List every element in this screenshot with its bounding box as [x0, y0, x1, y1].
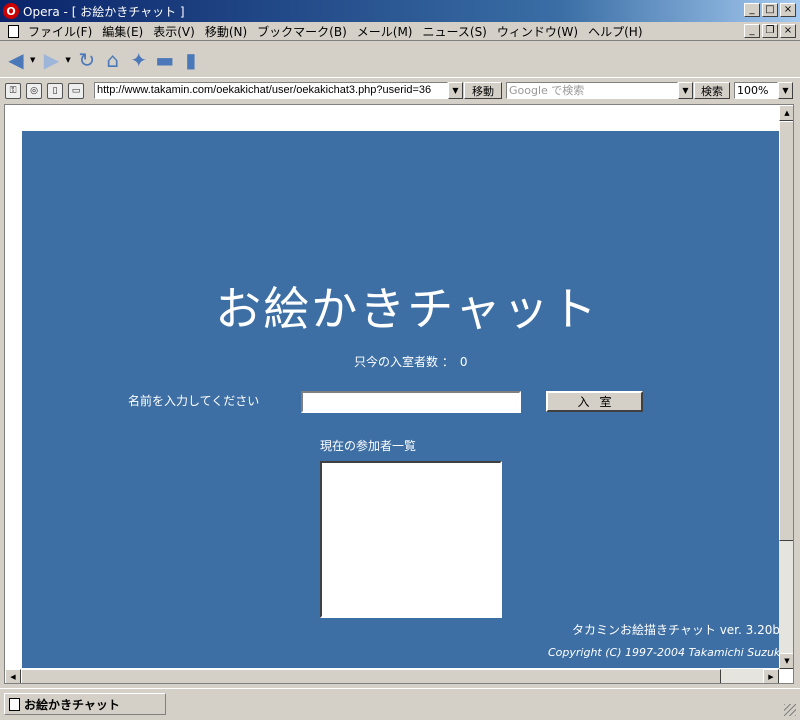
horizontal-scrollbar[interactable]: ◀ ▶ — [5, 669, 779, 683]
copyright-text: Copyright (C) 1997-2004 Takamichi Suzuki — [548, 646, 784, 659]
address-bar: ⚿ ◎ ▯ ▭ http://www.takamin.com/oekakicha… — [0, 80, 800, 101]
name-label: 名前を入力してください — [128, 394, 260, 408]
horizontal-scroll-thumb[interactable] — [21, 669, 721, 683]
menu-news[interactable]: ニュース(S) — [417, 23, 491, 40]
menu-window[interactable]: ウィンドウ(W) — [492, 23, 583, 40]
window-titlebar: O Opera - [ お絵かきチャット ] _ □ × — [0, 0, 800, 22]
menu-help[interactable]: ヘルプ(H) — [583, 23, 647, 40]
home-icon[interactable]: ⌂ — [101, 46, 125, 74]
scroll-up-icon[interactable]: ▲ — [779, 105, 793, 121]
page-title: お絵かきチャット — [215, 282, 599, 336]
scroll-right-icon[interactable]: ▶ — [763, 669, 779, 683]
document-window-controls: _ ❐ × — [744, 24, 796, 38]
maximize-button[interactable]: □ — [762, 3, 778, 17]
doc-restore-button[interactable]: ❐ — [762, 24, 778, 38]
search-button[interactable]: 検索 — [694, 82, 730, 99]
back-dropdown-icon[interactable]: ▼ — [30, 56, 35, 64]
url-input[interactable]: http://www.takamin.com/oekakichat/user/o… — [94, 82, 448, 99]
version-text: タカミンお絵描きチャット ver. 3.20b4 — [572, 623, 788, 637]
menu-file[interactable]: ファイル(F) — [23, 23, 97, 40]
name-input[interactable] — [301, 391, 521, 413]
scroll-left-icon[interactable]: ◀ — [5, 669, 21, 683]
resize-grip-icon[interactable] — [784, 704, 796, 716]
menu-view[interactable]: 表示(V) — [148, 23, 200, 40]
chat-lobby: お絵かきチャット 只今の入室者数 ： 0 名前を入力してください 入室 現在の参加… — [22, 131, 788, 668]
url-dropdown-icon[interactable]: ▼ — [448, 82, 463, 99]
participant-count-label: 只今の入室者数 ： — [354, 355, 454, 369]
security-lock-icon[interactable]: ⚿ — [5, 82, 21, 99]
page-tab[interactable]: お絵かきチャット — [4, 693, 166, 715]
enter-room-button[interactable]: 入室 — [546, 391, 643, 412]
cookie-icon[interactable]: ◎ — [26, 82, 42, 99]
tab-bar: お絵かきチャット — [0, 688, 800, 720]
print-small-icon[interactable]: ▭ — [68, 82, 84, 99]
window-title: Opera - [ お絵かきチャット ] — [23, 4, 185, 19]
tab-document-icon — [9, 697, 20, 711]
document-icon — [8, 24, 19, 38]
page-info-icon[interactable]: ▯ — [47, 82, 63, 99]
menu-navigation[interactable]: 移動(N) — [200, 23, 252, 40]
page-icon[interactable]: ▮ — [179, 46, 203, 74]
opera-logo-icon: O — [3, 3, 19, 19]
close-button[interactable]: × — [780, 3, 796, 17]
zoom-dropdown-icon[interactable]: ▼ — [778, 82, 793, 99]
members-list[interactable] — [320, 461, 502, 618]
doc-close-button[interactable]: × — [780, 24, 796, 38]
zoom-input[interactable]: 100% — [734, 82, 778, 99]
forward-icon[interactable]: ▶ — [39, 46, 63, 74]
forward-dropdown-icon[interactable]: ▼ — [65, 56, 70, 64]
members-list-label: 現在の参加者一覧 — [320, 439, 417, 453]
search-input[interactable]: Google で検索 — [506, 82, 678, 99]
back-icon[interactable]: ◀ — [4, 46, 28, 74]
page-viewport: お絵かきチャット 只今の入室者数 ： 0 名前を入力してください 入室 現在の参加… — [4, 104, 794, 684]
menu-edit[interactable]: 編集(E) — [97, 23, 148, 40]
navigation-toolbar: ◀ ▼ ▶ ▼ ↻ ⌂ ✦ ▬ ▮ — [0, 42, 800, 78]
scroll-down-icon[interactable]: ▼ — [779, 653, 793, 669]
go-button[interactable]: 移動 — [464, 82, 502, 99]
minimize-button[interactable]: _ — [744, 3, 760, 17]
menu-bookmarks[interactable]: ブックマーク(B) — [252, 23, 352, 40]
participant-count-value: 0 — [459, 355, 468, 369]
vertical-scroll-thumb[interactable] — [779, 121, 793, 541]
participant-count: 只今の入室者数 ： 0 — [354, 353, 467, 370]
doc-minimize-button[interactable]: _ — [744, 24, 760, 38]
menu-bar: ファイル(F) 編集(E) 表示(V) 移動(N) ブックマーク(B) メール(… — [0, 22, 800, 41]
window-controls: _ □ × — [744, 3, 796, 17]
vertical-scrollbar[interactable]: ▲ ▼ — [779, 105, 793, 669]
search-dropdown-icon[interactable]: ▼ — [678, 82, 693, 99]
page-tab-title: お絵かきチャット — [24, 697, 120, 712]
reload-icon[interactable]: ↻ — [75, 46, 99, 74]
print-icon[interactable]: ▬ — [153, 46, 177, 74]
hotlist-icon[interactable]: ✦ — [127, 46, 151, 74]
menu-mail[interactable]: メール(M) — [352, 23, 418, 40]
